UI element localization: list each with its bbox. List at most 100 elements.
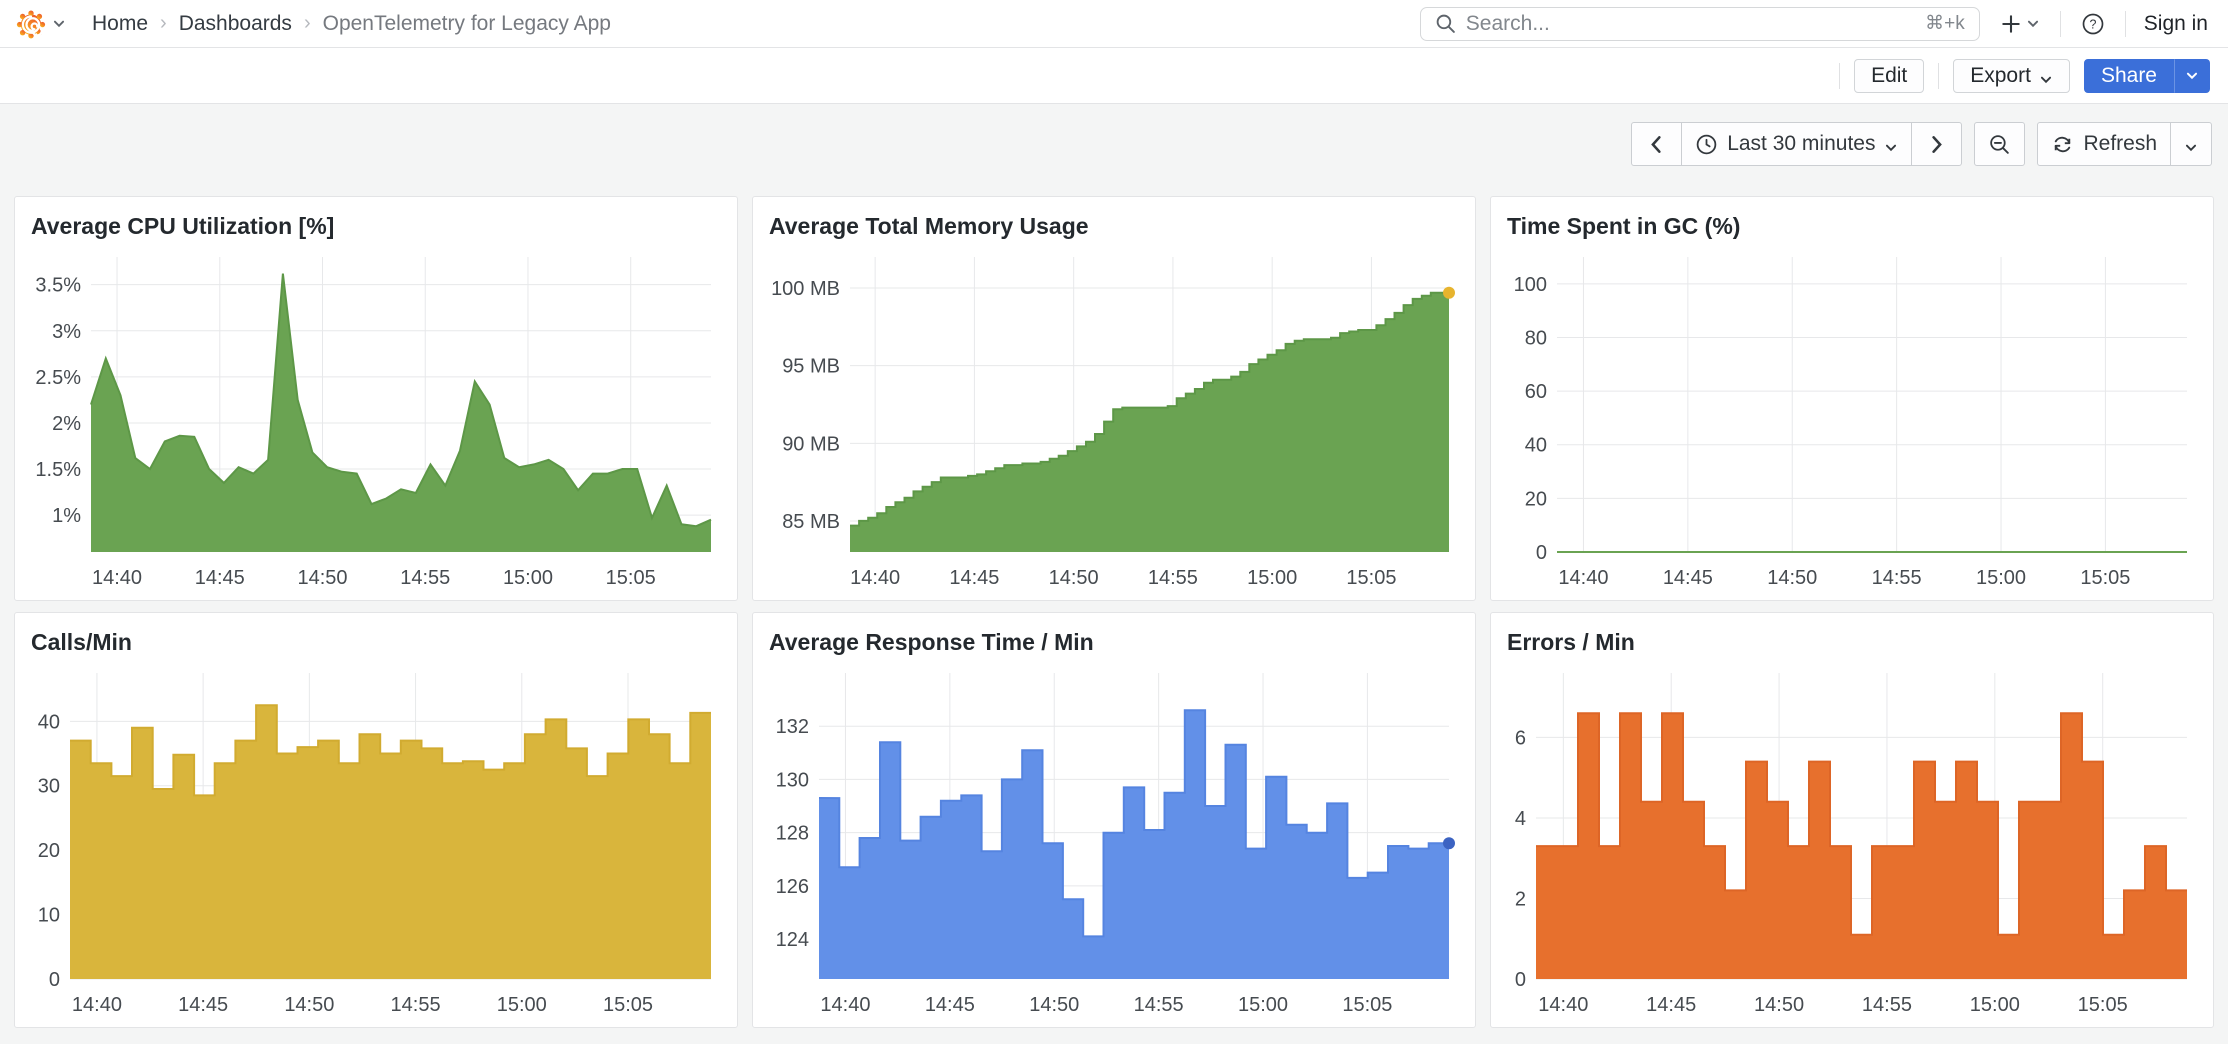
svg-text:1%: 1% (52, 505, 81, 527)
timeseries-chart[interactable]: 14:4014:4514:5014:5515:0015:050246 (1497, 661, 2201, 1019)
chevron-down-icon (2039, 69, 2053, 83)
time-range-picker[interactable]: Last 30 minutes (1681, 123, 1911, 165)
svg-text:85 MB: 85 MB (782, 511, 840, 533)
svg-text:14:55: 14:55 (1148, 567, 1198, 589)
svg-text:14:45: 14:45 (1663, 567, 1713, 589)
edit-button[interactable]: Edit (1854, 59, 1924, 93)
svg-text:126: 126 (776, 876, 809, 898)
svg-text:132: 132 (776, 716, 809, 738)
refresh-icon (2051, 133, 2074, 156)
svg-text:14:40: 14:40 (820, 994, 870, 1016)
time-shift-forward-button[interactable] (1911, 123, 1961, 165)
svg-text:14:55: 14:55 (400, 567, 450, 589)
zoom-out-icon (1988, 133, 2011, 156)
sign-in-button[interactable]: Sign in (2140, 12, 2212, 36)
breadcrumb-current-dashboard: OpenTelemetry for Legacy App (323, 12, 611, 36)
svg-text:6: 6 (1515, 727, 1526, 749)
panel-gc-time: Time Spent in GC (%) 14:4014:4514:5014:5… (1490, 196, 2214, 601)
export-button[interactable]: Export (1953, 59, 2070, 93)
chevron-down-icon (52, 17, 66, 31)
chevron-right-icon (1925, 133, 1948, 156)
svg-text:14:40: 14:40 (1538, 994, 1588, 1016)
share-button[interactable]: Share (2084, 59, 2174, 93)
svg-text:2.5%: 2.5% (35, 367, 81, 389)
svg-text:20: 20 (1525, 488, 1547, 510)
svg-text:14:50: 14:50 (284, 994, 334, 1016)
divider (2125, 11, 2126, 37)
search-shortcut-hint: ⌘+k (1925, 12, 1965, 35)
svg-text:80: 80 (1525, 327, 1547, 349)
svg-text:0: 0 (49, 969, 60, 991)
svg-text:14:40: 14:40 (850, 567, 900, 589)
svg-text:14:50: 14:50 (297, 567, 347, 589)
chevron-down-icon (1884, 137, 1898, 151)
panel-response-time: Average Response Time / Min 14:4014:4514… (752, 612, 1476, 1028)
timeseries-chart[interactable]: 14:4014:4514:5014:5515:0015:051%1.5%2%2.… (21, 245, 725, 592)
chevron-down-icon (2185, 69, 2199, 83)
svg-text:15:00: 15:00 (503, 567, 553, 589)
panel-errors-per-min: Errors / Min 14:4014:4514:5014:5515:0015… (1490, 612, 2214, 1028)
clock-icon (1695, 133, 1718, 156)
refresh-button[interactable]: Refresh (2038, 123, 2170, 165)
panel-grid: Average CPU Utilization [%] 14:40 14:45 14… (0, 196, 2228, 1028)
panel-title[interactable]: Calls/Min (31, 629, 132, 657)
svg-text:14:50: 14:50 (1029, 994, 1079, 1016)
panel-title[interactable]: Average CPU Utilization [%] (31, 213, 334, 241)
panel-title[interactable]: Time Spent in GC (%) (1507, 213, 1740, 241)
svg-text:14:40: 14:40 (92, 567, 142, 589)
svg-text:15:00: 15:00 (497, 994, 547, 1016)
svg-text:60: 60 (1525, 381, 1547, 403)
top-navbar: Home › Dashboards › OpenTelemetry for Le… (0, 0, 2228, 48)
svg-text:14:40: 14:40 (72, 994, 122, 1016)
svg-text:15:05: 15:05 (606, 567, 656, 589)
svg-text:14:55: 14:55 (1134, 994, 1184, 1016)
share-menu-caret[interactable] (2174, 59, 2210, 93)
plus-icon (2000, 13, 2022, 35)
svg-text:130: 130 (776, 769, 809, 791)
svg-text:3%: 3% (52, 321, 81, 343)
new-menu-button[interactable] (1994, 9, 2046, 39)
breadcrumb-dashboards[interactable]: Dashboards (179, 12, 292, 36)
chevron-left-icon (1645, 133, 1668, 156)
panel-calls-per-min: Calls/Min 14:4014:4514:5014:5515:0015:05… (14, 612, 738, 1028)
svg-text:95 MB: 95 MB (782, 356, 840, 378)
org-switcher[interactable] (16, 9, 66, 39)
navbar-right-group: Search... ⌘+k ? Sign in (1420, 7, 2212, 41)
timeseries-chart[interactable]: 14:4014:4514:5014:5515:0015:050204060801… (1497, 245, 2201, 592)
svg-text:10: 10 (38, 905, 60, 927)
svg-text:0: 0 (1536, 542, 1547, 564)
timeseries-chart[interactable]: 14:4014:4514:5014:5515:0015:051241261281… (759, 661, 1463, 1019)
svg-text:100: 100 (1514, 274, 1547, 296)
time-controls: Last 30 minutes (0, 104, 2228, 166)
svg-text:14:50: 14:50 (1767, 567, 1817, 589)
time-range-label: Last 30 minutes (1727, 132, 1875, 156)
svg-text:15:05: 15:05 (1346, 567, 1396, 589)
svg-text:15:05: 15:05 (2078, 994, 2128, 1016)
svg-text:1.5%: 1.5% (35, 459, 81, 481)
search-input[interactable]: Search... ⌘+k (1420, 7, 1980, 41)
svg-text:14:50: 14:50 (1754, 994, 1804, 1016)
svg-text:14:55: 14:55 (1862, 994, 1912, 1016)
grafana-logo-icon (16, 9, 46, 39)
timeseries-chart[interactable]: 14:4014:4514:5014:5515:0015:0585 MB90 MB… (759, 245, 1463, 592)
svg-text:2: 2 (1515, 888, 1526, 910)
svg-text:0: 0 (1515, 969, 1526, 991)
svg-text:14:50: 14:50 (1049, 567, 1099, 589)
refresh-interval-caret[interactable] (2170, 123, 2211, 165)
panel-title[interactable]: Average Total Memory Usage (769, 213, 1089, 241)
svg-text:14:45: 14:45 (949, 567, 999, 589)
divider (2060, 11, 2061, 37)
svg-text:15:00: 15:00 (1976, 567, 2026, 589)
panel-title[interactable]: Errors / Min (1507, 629, 1635, 657)
panel-title[interactable]: Average Response Time / Min (769, 629, 1094, 657)
chevron-down-icon (2026, 17, 2040, 31)
zoom-out-time-button[interactable] (1975, 123, 2024, 165)
svg-text:90 MB: 90 MB (782, 433, 840, 455)
time-shift-back-button[interactable] (1632, 123, 1681, 165)
breadcrumb-home[interactable]: Home (92, 12, 148, 36)
svg-text:14:45: 14:45 (178, 994, 228, 1016)
timeseries-chart[interactable]: 14:4014:4514:5014:5515:0015:05010203040 (21, 661, 725, 1019)
panel-memory-usage: Average Total Memory Usage 14:40 14:45 14:… (752, 196, 1476, 601)
svg-text:4: 4 (1515, 808, 1526, 830)
help-button[interactable]: ? (2075, 8, 2111, 40)
